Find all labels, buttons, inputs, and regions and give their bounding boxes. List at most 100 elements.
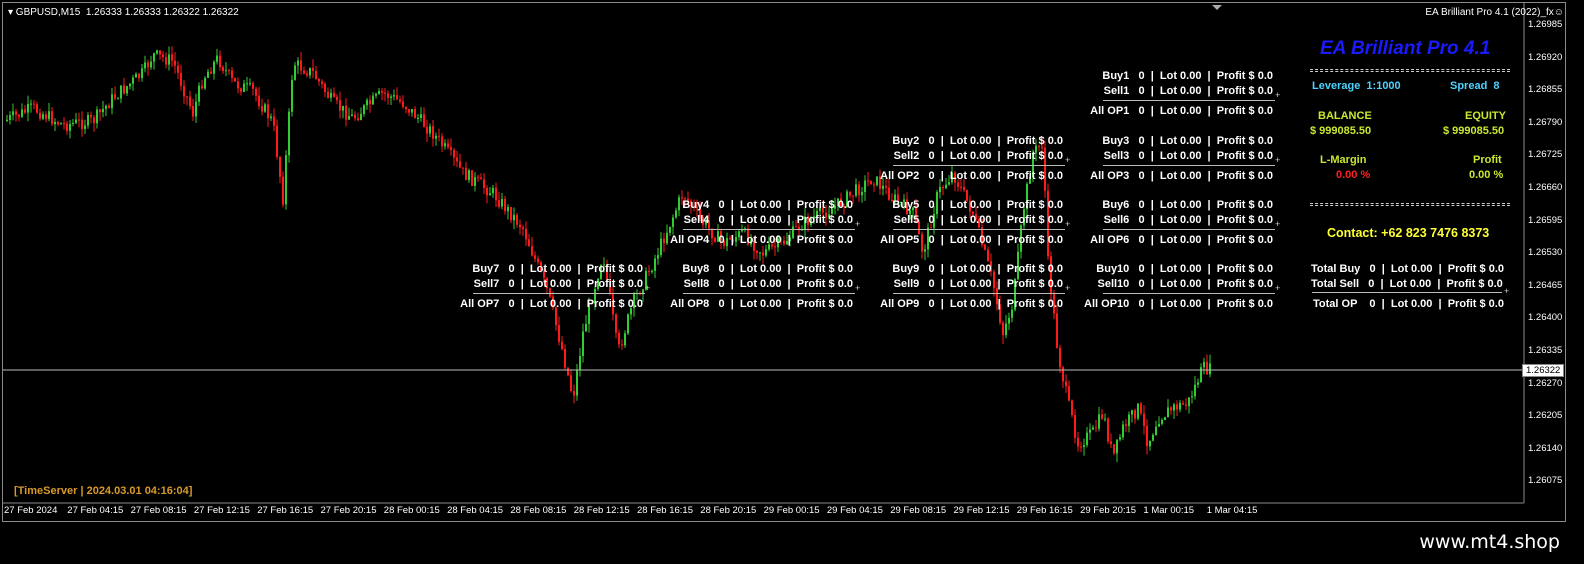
op9-sell-row: Sell9 0 | Lot 0.00 | Profit $ 0.0 [893, 278, 1063, 290]
candle-body [321, 81, 323, 84]
op10-sell-row: Sell10 0 | Lot 0.00 | Profit $ 0.0 [1097, 278, 1273, 290]
candle-body [258, 95, 260, 107]
price-tick: 1.26855 [1528, 84, 1563, 96]
candle-body [12, 111, 14, 116]
candle-body [432, 126, 434, 139]
candle-body [564, 349, 566, 368]
candle-body [870, 180, 872, 185]
candle-body [528, 239, 530, 247]
candle-body [360, 113, 362, 121]
candle-body [1134, 410, 1136, 419]
op4-all-row: All OP4 0 | Lot 0.00 | Profit $ 0.0 [670, 234, 853, 246]
candle-body [105, 105, 107, 109]
candle-body [81, 119, 83, 130]
op5-plus: + [1065, 219, 1071, 229]
candle-body [1176, 404, 1178, 410]
candle-body [957, 182, 959, 187]
candle-body [48, 111, 50, 120]
candle-body [234, 77, 236, 82]
candle-body [660, 238, 662, 256]
op7-divider [473, 293, 645, 294]
candle-body [1173, 404, 1175, 411]
candle-body [327, 91, 329, 98]
candle-body [144, 62, 146, 69]
candle-body [570, 375, 572, 391]
candle-body [1152, 434, 1154, 441]
candle-body [342, 105, 344, 111]
candle-body [1092, 427, 1094, 430]
op10-buy-row: Buy10 0 | Lot 0.00 | Profit $ 0.0 [1096, 263, 1273, 275]
op6-sell-row: Sell6 0 | Lot 0.00 | Profit $ 0.0 [1103, 214, 1273, 226]
candle-body [1083, 445, 1085, 447]
op10-divider [1103, 293, 1275, 294]
candle-body [9, 115, 11, 120]
candle-body [84, 125, 86, 130]
candle-body [363, 105, 365, 114]
op10-plus: + [1275, 283, 1281, 293]
candle-body [615, 314, 617, 333]
op8-divider [683, 293, 855, 294]
total-sell-row: Total Sell 0 | Lot 0.00 | Profit $ 0.0 [1311, 278, 1503, 290]
op1-all-row: All OP1 0 | Lot 0.00 | Profit $ 0.0 [1090, 105, 1273, 117]
candle-body [1125, 424, 1127, 426]
candle-body [669, 226, 671, 233]
op1-buy-row: Buy1 0 | Lot 0.00 | Profit $ 0.0 [1102, 70, 1273, 82]
lmargin-label: L-Margin [1320, 154, 1367, 166]
candle-body [330, 93, 332, 98]
time-tick: 28 Feb 08:15 [510, 505, 567, 516]
candle-body [1080, 446, 1082, 448]
op2-all-row: All OP2 0 | Lot 0.00 | Profit $ 0.0 [880, 170, 1063, 182]
candle-body [561, 341, 563, 350]
total-buy-row: Total Buy 0 | Lot 0.00 | Profit $ 0.0 [1311, 263, 1504, 275]
candle-body [249, 83, 251, 85]
op3-buy-row: Buy3 0 | Lot 0.00 | Profit $ 0.0 [1102, 135, 1273, 147]
op1-sell-row: Sell1 0 | Lot 0.00 | Profit $ 0.0 [1103, 85, 1273, 97]
candle-body [87, 115, 89, 126]
candle-body [438, 135, 440, 137]
candle-body [1104, 418, 1106, 420]
candle-body [1191, 396, 1193, 398]
candle-body [273, 116, 275, 126]
candle-body [96, 109, 98, 124]
op4-sell-row: Sell4 0 | Lot 0.00 | Profit $ 0.0 [683, 214, 853, 226]
candle-body [1155, 426, 1157, 435]
candle-body [1185, 404, 1187, 407]
candle-body [477, 177, 479, 179]
candle-body [204, 77, 206, 89]
candle-body [855, 184, 857, 196]
candle-body [627, 314, 629, 334]
candle-body [39, 112, 41, 119]
candle-body [960, 186, 962, 188]
candle-body [1146, 425, 1148, 447]
candle-body [33, 103, 35, 105]
panel-divider-2 [1310, 203, 1510, 206]
candle-body [384, 92, 386, 94]
candle-body [567, 367, 569, 376]
candle-body [1206, 361, 1208, 375]
candle-body [93, 117, 95, 124]
price-tick: 1.26595 [1528, 214, 1563, 226]
candle-body [447, 143, 449, 148]
candle-body [456, 157, 458, 162]
candle-body [333, 93, 335, 97]
candle-body [222, 67, 224, 71]
candle-body [240, 88, 242, 92]
chart-shift-marker[interactable] [1212, 5, 1222, 10]
op4-plus: + [855, 219, 861, 229]
candle-body [192, 105, 194, 117]
candle-body [942, 187, 944, 189]
candle-body [462, 167, 464, 169]
candle-body [243, 83, 245, 92]
candle-body [27, 104, 29, 113]
candle-body [672, 217, 674, 227]
candle-body [1086, 432, 1088, 446]
candle-body [873, 184, 875, 186]
candle-body [69, 124, 71, 131]
candle-body [90, 115, 92, 118]
candle-body [66, 123, 68, 131]
candle-body [288, 111, 290, 156]
candle-body [387, 93, 389, 98]
op5-buy-row: Buy5 0 | Lot 0.00 | Profit $ 0.0 [892, 199, 1063, 211]
symbol-info[interactable]: ▾ GBPUSD,M15 1.26333 1.26333 1.26322 1.2… [8, 6, 239, 19]
candle-body [36, 104, 38, 113]
